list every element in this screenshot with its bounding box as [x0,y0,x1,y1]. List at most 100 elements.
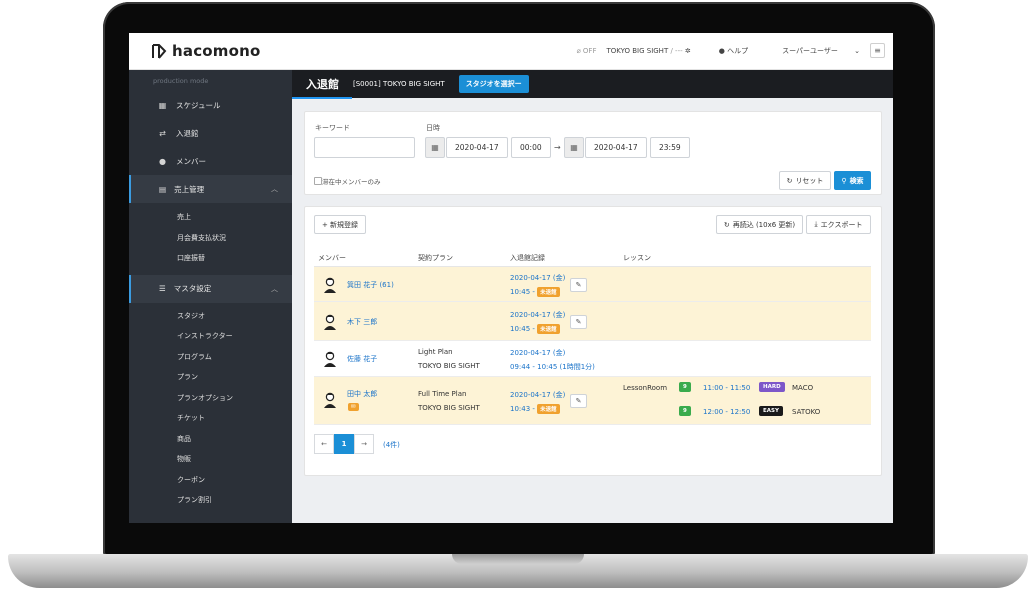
sidebar-item-members[interactable]: ● メンバー [129,147,292,175]
record-time: 10:45 - 未退館 [510,287,560,297]
page-button-current[interactable]: 1 [334,434,354,454]
menu-icon: ≡ [874,46,881,55]
wifi-status[interactable]: ⌀ OFF [576,47,596,55]
sidebar-group-label: マスタ設定 [173,284,212,293]
table-row[interactable] [314,266,871,302]
export-button[interactable]: ⤓ エクスポート [806,215,871,234]
chat-icon[interactable]: ✉ [348,403,359,411]
search-button-label: 検索 [849,176,864,185]
prev-page-button[interactable]: ← [314,434,334,454]
sidebar-group-master[interactable]: ☰ マスタ設定 ︿ [129,274,292,303]
wifi-status-label: OFF [582,46,597,55]
edit-icon: ✎ [575,318,582,326]
from-date-input[interactable]: 2020-04-17 [446,137,508,158]
column-header-lesson: レッスン [623,254,651,262]
next-page-button[interactable]: → [354,434,374,454]
sidebar-subitem[interactable]: スタジオ [129,306,292,327]
sidebar-subitem[interactable]: クーポン [129,470,292,491]
current-studio[interactable]: TOKYO BIG SIGHT / --- ✲ [606,47,690,55]
search-button[interactable]: ⚲ 検索 [834,171,871,190]
logo[interactable]: hacomono [151,42,261,60]
export-button-label: エクスポート [820,220,863,229]
sidebar-subitem[interactable]: チケット [129,408,292,429]
sidebar-subitem[interactable]: 月会費支払状況 [129,228,292,249]
help-link[interactable]: ● ヘルプ [719,46,748,56]
sidebar-subitem[interactable]: プラン割引 [129,490,292,511]
result-count: (4件) [383,441,400,449]
to-date-input[interactable]: 2020-04-17 [585,137,647,158]
user-name: スーパーユーザー [782,46,838,55]
new-registration-button[interactable]: + 新規登録 [314,215,366,234]
column-header-plan: 契約プラン [418,254,453,262]
user-menu[interactable]: スーパーユーザー ⌄ [782,46,860,56]
edit-record-button[interactable]: ✎ [570,278,587,292]
reload-button[interactable]: ↻ 再読込 (10x6 更新) [716,215,803,234]
keyword-input[interactable] [314,137,415,158]
sidebar-subitem[interactable]: 商品 [129,429,292,450]
sidebar-subitem[interactable]: 売上 [129,207,292,228]
sidebar-item-checkin[interactable]: ⇄ 入退館 [129,119,292,147]
instructor-name: SATOKO [792,408,821,416]
range-arrow: → [554,143,561,152]
record-time-text: 09:44 - 10:45 (1時間1分) [510,363,595,371]
datetime-label: 日時 [426,124,440,132]
wifi-off-icon: ⌀ [576,46,581,55]
logo-text: hacomono [172,42,261,60]
sidebar-subitem[interactable]: 物販 [129,449,292,470]
lesson-number-badge: 9 [679,382,691,392]
select-studio-button[interactable]: スタジオを選択ー [458,75,529,93]
avatar-icon [324,392,336,408]
keyword-label: キーワード [315,124,350,132]
column-header-member: メンバー [318,254,346,262]
record-date-link[interactable]: 2020-04-17 (金) [510,273,565,283]
record-date-link[interactable]: 2020-04-17 (金) [510,390,565,400]
member-name-link[interactable]: 田中 太郎 [347,389,377,399]
sidebar-subitem[interactable]: 口座振替 [129,248,292,269]
record-date-link[interactable]: 2020-04-17 (金) [510,348,565,358]
calendar-icon[interactable]: ▦ [425,137,445,158]
plan-studio: TOKYO BIG SIGHT [418,362,480,370]
from-time-input[interactable]: 00:00 [511,137,551,158]
member-name-link[interactable]: 佐藤 花子 [347,354,377,364]
sidebar-subitem[interactable]: プラン [129,367,292,388]
edit-icon: ✎ [575,281,582,289]
status-badge: 未退館 [537,404,560,414]
record-time-text: 10:43 - [510,405,535,413]
sidebar-subitem[interactable]: インストラクター [129,326,292,347]
calendar-icon: ▦ [158,100,167,110]
lesson-level-badge: EASY [759,406,783,416]
chevron-up-icon: ︿ [271,185,278,193]
current-studio-separator: / --- [670,46,683,55]
lesson-time-link[interactable]: 11:00 - 11:50 [703,384,750,392]
member-name-link[interactable]: 木下 三郎 [347,317,377,327]
edit-record-button[interactable]: ✎ [570,394,587,408]
sidebar-subitem[interactable]: プログラム [129,347,292,368]
calendar-icon[interactable]: ▦ [564,137,584,158]
status-badge: 未退館 [537,324,560,334]
to-time-input[interactable]: 23:59 [650,137,690,158]
sidebar-item-label: 入退館 [176,128,199,138]
table-row[interactable] [314,302,871,341]
chevron-down-icon: ⌄ [854,46,860,55]
sidebar-subitem[interactable]: プランオプション [129,388,292,409]
download-icon: ⤓ [814,220,818,228]
reset-button[interactable]: ↻ リセット [779,171,831,190]
lesson-time-link[interactable]: 12:00 - 12:50 [703,408,750,416]
exchange-icon: ⇄ [159,128,166,138]
member-name-link[interactable]: 箕田 花子 (61) [347,280,394,290]
edit-record-button[interactable]: ✎ [570,315,587,329]
lesson-level-badge: HARD [759,382,785,392]
sidebar-item-schedule[interactable]: ▦ スケジュール [129,91,292,119]
top-right-controls: ⌀ OFF TOKYO BIG SIGHT / --- ✲ ● ヘルプ スーパー… [576,43,885,58]
help-label: ヘルプ [727,46,749,55]
status-badge: 未退館 [537,287,560,297]
table-row[interactable] [314,377,871,425]
hamburger-menu-button[interactable]: ≡ [870,43,885,58]
instructor-name: MACO [792,384,814,392]
staying-only-checkbox[interactable] [314,177,322,185]
sidebar: production mode ▦ スケジュール ⇄ 入退館 ● メンバー ▤ … [129,70,292,523]
record-time-text: 10:45 - [510,325,535,333]
chart-icon: ▤ [159,184,167,194]
sidebar-group-sales[interactable]: ▤ 売上管理 ︿ [129,175,292,203]
record-date-link[interactable]: 2020-04-17 (金) [510,310,565,320]
